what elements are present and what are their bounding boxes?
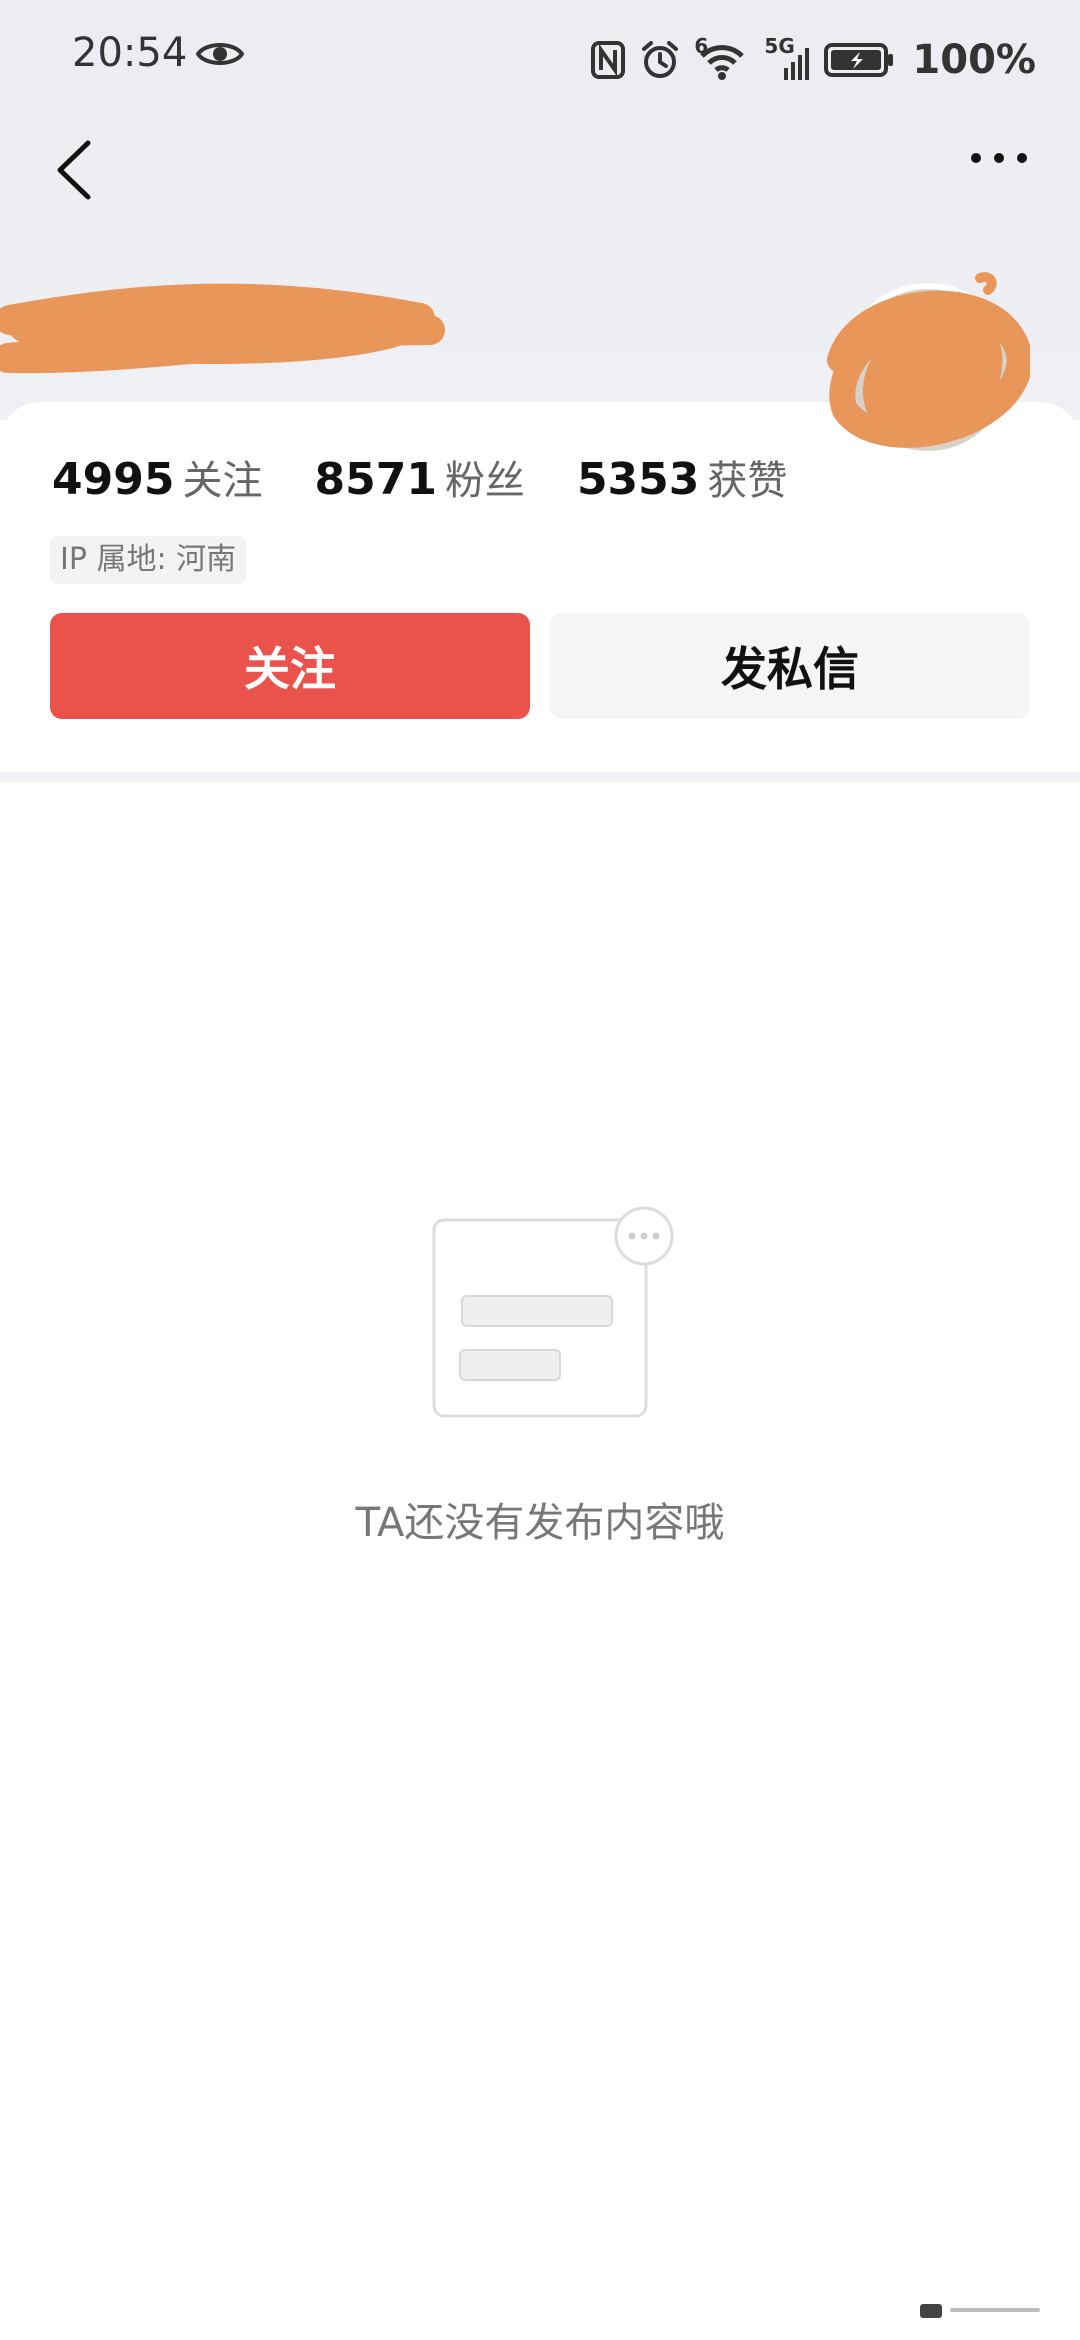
status-bar: 20:54 6 5G 100% (0, 0, 1080, 120)
stat-likes[interactable]: 5353 获赞 (577, 448, 787, 506)
wifi-icon: 6 (694, 34, 750, 82)
home-indicator (920, 2304, 1040, 2318)
battery-percent: 100% (912, 37, 1036, 83)
battery-icon (824, 43, 894, 77)
send-message-button[interactable]: 发私信 (550, 613, 1030, 719)
nfc-icon (591, 41, 626, 79)
stat-likes-count: 5353 (576, 454, 700, 505)
profile-stats: 4995 关注 8571 粉丝 5353 获赞 (52, 448, 839, 506)
more-icon[interactable] (968, 150, 1030, 166)
eye-icon (196, 43, 244, 65)
stat-followers-label: 粉丝 (444, 458, 525, 504)
back-icon[interactable] (50, 135, 100, 205)
stat-following-label: 关注 (182, 458, 263, 504)
status-time: 20:54 (72, 30, 188, 76)
section-divider (0, 772, 1080, 782)
signal-icon: 5G (764, 34, 810, 82)
alarm-icon (642, 41, 679, 78)
status-icons: 6 5G 100% (590, 30, 1036, 90)
stat-followers[interactable]: 8571 粉丝 (314, 448, 524, 506)
empty-state-text: TA还没有发布内容哦 (355, 1500, 725, 1546)
stat-following-count: 4995 (52, 454, 175, 505)
wifi-badge: 6 (694, 34, 709, 58)
redacted-nickname (0, 283, 445, 374)
empty-content-illustration (432, 1206, 674, 1418)
follow-button[interactable]: 关注 (50, 613, 530, 719)
stat-likes-label: 获赞 (707, 458, 788, 504)
ip-location-tag: IP 属地: 河南 (50, 536, 247, 584)
avatar[interactable] (820, 270, 1030, 460)
stat-followers-count: 8571 (314, 454, 437, 505)
stat-following[interactable]: 4995 关注 (52, 448, 262, 506)
